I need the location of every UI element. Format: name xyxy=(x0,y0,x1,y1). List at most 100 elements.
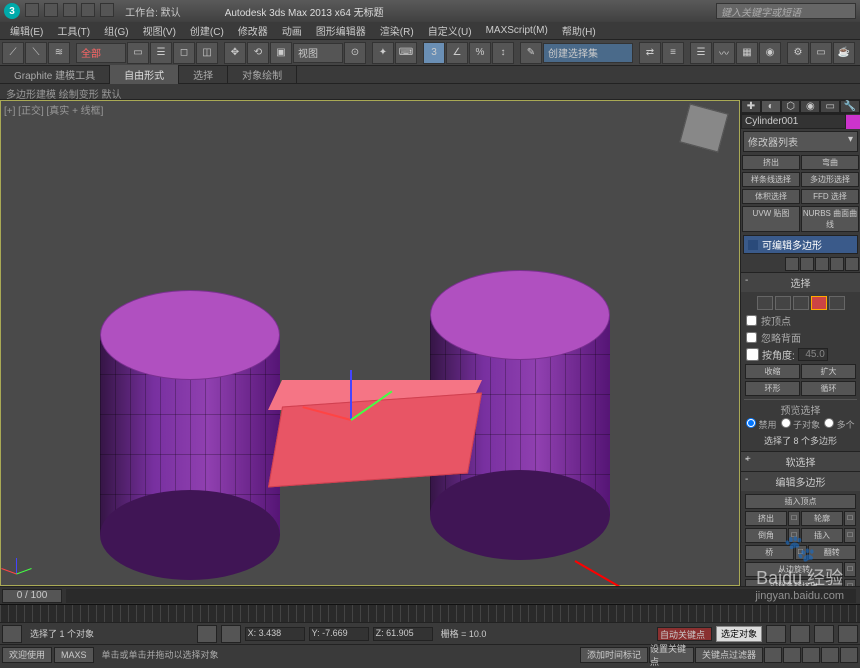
material-editor-icon[interactable]: ◉ xyxy=(759,42,781,64)
menu-maxscript[interactable]: MAXScript(M) xyxy=(480,24,554,37)
y-coord[interactable]: Y: -7.669 xyxy=(309,627,369,641)
shrink-button[interactable]: 收缩 xyxy=(745,364,800,379)
modbtn-uvw-map[interactable]: UVW 贴图 xyxy=(742,206,800,232)
workspace-dropdown[interactable]: 工作台: 默认 xyxy=(125,4,181,19)
selection-filter-dropdown[interactable]: 全部 xyxy=(76,43,126,63)
menu-tools[interactable]: 工具(T) xyxy=(51,22,96,39)
time-slider-track[interactable] xyxy=(66,589,856,603)
preview-subobj-radio[interactable] xyxy=(781,418,791,428)
qat-undo-icon[interactable] xyxy=(81,3,95,17)
nav-zoom-icon[interactable] xyxy=(764,647,782,663)
percent-snap-icon[interactable]: % xyxy=(469,42,491,64)
key-target-dropdown[interactable]: 选定对象 xyxy=(716,626,762,642)
menu-edit[interactable]: 编辑(E) xyxy=(4,22,49,39)
stack-item-editable-poly[interactable]: 可编辑多边形 xyxy=(744,236,857,253)
tab-display-icon[interactable]: ▭ xyxy=(820,100,840,113)
goto-end-icon[interactable] xyxy=(838,625,858,643)
by-angle-checkbox[interactable] xyxy=(746,348,759,361)
next-key-icon[interactable] xyxy=(814,625,834,643)
maxscript-listener-button[interactable]: MAXS xyxy=(54,647,94,663)
auto-key-button[interactable]: 自动关键点 xyxy=(657,627,712,641)
x-coord[interactable]: X: 3.438 xyxy=(245,627,305,641)
ribbon-tab-object-paint[interactable]: 对象绘制 xyxy=(228,65,297,84)
modbtn-poly-sel[interactable]: 多边形选择 xyxy=(801,172,859,187)
grow-button[interactable]: 扩大 xyxy=(801,364,856,379)
subobj-vertex-icon[interactable] xyxy=(757,296,773,310)
tab-motion-icon[interactable]: ◉ xyxy=(800,100,820,113)
ribbon-tab-graphite[interactable]: Graphite 建模工具 xyxy=(0,65,110,84)
outline-settings-icon[interactable]: □ xyxy=(844,511,856,526)
extrude-settings-icon[interactable]: □ xyxy=(788,511,800,526)
pin-stack-icon[interactable] xyxy=(785,257,799,271)
modbtn-bend[interactable]: 弯曲 xyxy=(801,155,859,170)
ignore-backfacing-checkbox[interactable] xyxy=(746,332,757,343)
help-search-input[interactable]: 键入关键字或短语 xyxy=(716,3,856,19)
remove-modifier-icon[interactable] xyxy=(830,257,844,271)
ribbon-tab-selection[interactable]: 选择 xyxy=(179,65,228,84)
modbtn-extrude[interactable]: 挤出 xyxy=(742,155,800,170)
isolate-icon[interactable] xyxy=(197,625,217,643)
set-key-button[interactable]: 设置关键点 xyxy=(649,647,694,663)
subobj-border-icon[interactable] xyxy=(793,296,809,310)
snap-toggle-icon[interactable]: 3 xyxy=(423,42,445,64)
bind-space-warp-icon[interactable]: ≋ xyxy=(48,42,70,64)
select-object-icon[interactable]: ▭ xyxy=(127,42,149,64)
make-unique-icon[interactable] xyxy=(815,257,829,271)
selection-lock-icon[interactable] xyxy=(221,625,241,643)
bridge-button[interactable]: 桥 xyxy=(745,545,794,560)
select-by-name-icon[interactable]: ☰ xyxy=(150,42,172,64)
align-icon[interactable]: ≡ xyxy=(662,42,684,64)
edit-named-sel-icon[interactable]: ✎ xyxy=(520,42,542,64)
schematic-view-icon[interactable]: ▦ xyxy=(736,42,758,64)
flip-button[interactable]: 翻转 xyxy=(808,545,857,560)
select-rotate-icon[interactable]: ⟲ xyxy=(247,42,269,64)
qat-open-icon[interactable] xyxy=(44,3,58,17)
app-logo[interactable]: 3 xyxy=(4,3,20,19)
insert-vertex-button[interactable]: 插入顶点 xyxy=(745,494,856,509)
viewport[interactable]: [+] [正交] [真实 + 线框] xyxy=(0,100,740,586)
menu-view[interactable]: 视图(V) xyxy=(137,22,182,39)
by-vertex-checkbox[interactable] xyxy=(746,315,757,326)
play-icon[interactable] xyxy=(790,625,810,643)
menu-customize[interactable]: 自定义(U) xyxy=(422,22,478,39)
rollout-edit-polygons-header[interactable]: 编辑多边形 xyxy=(741,472,860,491)
window-crossing-icon[interactable]: ◫ xyxy=(196,42,218,64)
track-bar[interactable] xyxy=(0,604,860,622)
menu-render[interactable]: 渲染(R) xyxy=(374,22,420,39)
layer-manager-icon[interactable]: ☰ xyxy=(690,42,712,64)
hinge-settings-icon[interactable]: □ xyxy=(844,562,856,577)
add-time-tag-button[interactable]: 添加时间标记 xyxy=(580,647,648,663)
tab-hierarchy-icon[interactable]: ⬡ xyxy=(781,100,801,113)
rendered-frame-icon[interactable]: ▭ xyxy=(810,42,832,64)
select-manipulate-icon[interactable]: ✦ xyxy=(372,42,394,64)
extrude-spline-button[interactable]: 沿样条线挤出 xyxy=(745,579,843,586)
render-setup-icon[interactable]: ⚙ xyxy=(787,42,809,64)
modbtn-ffd-sel[interactable]: FFD 选择 xyxy=(801,189,859,204)
welcome-button[interactable]: 欢迎使用 xyxy=(2,647,52,663)
rollout-soft-selection-header[interactable]: +软选择 xyxy=(741,452,860,471)
time-slider[interactable]: 0 / 100 xyxy=(2,589,62,603)
named-selection-dropdown[interactable]: 创建选择集 xyxy=(543,43,633,63)
show-end-result-icon[interactable] xyxy=(800,257,814,271)
lock-selection-icon[interactable] xyxy=(2,625,22,643)
z-coord[interactable]: Z: 61.905 xyxy=(373,627,433,641)
keyboard-shortcut-icon[interactable]: ⌨ xyxy=(395,42,417,64)
qat-redo-icon[interactable] xyxy=(100,3,114,17)
select-link-icon[interactable]: ⟋ xyxy=(2,42,24,64)
modbtn-nurbs[interactable]: NURBS 曲面曲线 xyxy=(801,206,859,232)
nav-zoom-all-icon[interactable] xyxy=(783,647,801,663)
bridge-polygon[interactable] xyxy=(268,393,482,488)
inset-settings-icon[interactable]: □ xyxy=(844,528,856,543)
hinge-from-edge-button[interactable]: 从边旋转 xyxy=(745,562,843,577)
preview-multi-radio[interactable] xyxy=(824,418,834,428)
menu-group[interactable]: 组(G) xyxy=(98,22,134,39)
key-filters-button[interactable]: 关键点过滤器 xyxy=(695,647,763,663)
loop-button[interactable]: 循环 xyxy=(801,381,856,396)
use-pivot-center-icon[interactable]: ⊙ xyxy=(344,42,366,64)
modifier-list-dropdown[interactable]: 修改器列表▾ xyxy=(743,131,858,152)
modifier-stack[interactable]: 可编辑多边形 xyxy=(743,235,858,254)
extrude-spline-settings-icon[interactable]: □ xyxy=(844,579,856,586)
render-production-icon[interactable]: ☕ xyxy=(833,42,855,64)
select-region-icon[interactable]: ◻ xyxy=(173,42,195,64)
inset-button[interactable]: 插入 xyxy=(801,528,843,543)
